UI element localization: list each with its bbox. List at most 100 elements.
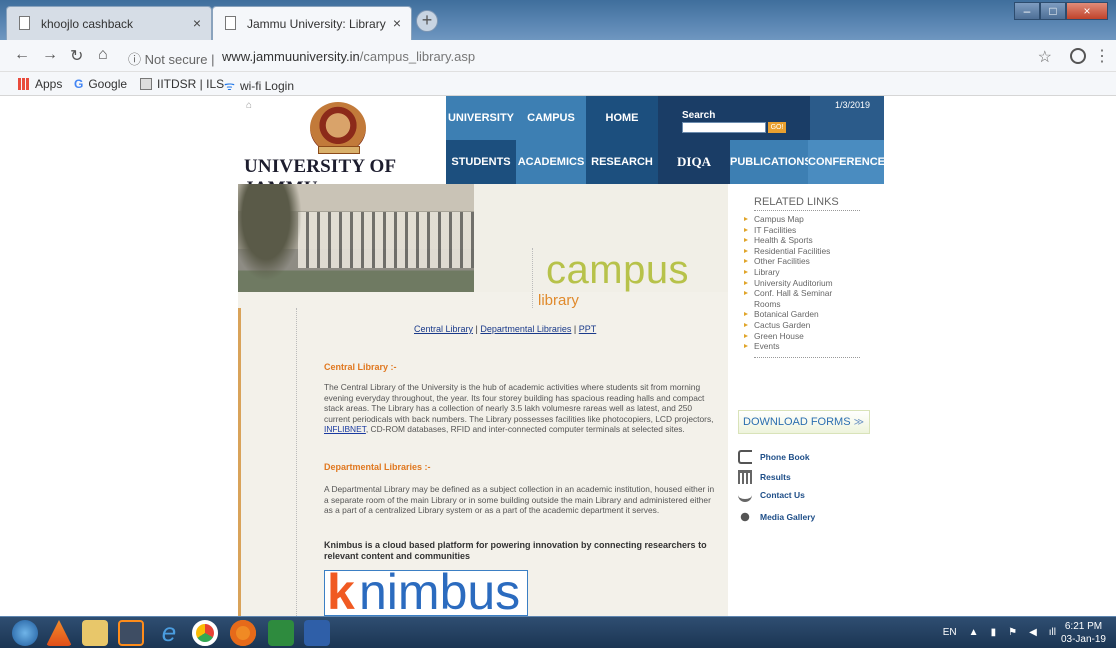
content-divider (296, 308, 297, 616)
forward-icon[interactable]: → (42, 46, 58, 64)
related-link-conf-hall[interactable]: Conf. Hall & Seminar Rooms (738, 288, 860, 309)
library-banner: campus library (238, 184, 728, 312)
related-link-it-facilities[interactable]: IT Facilities (738, 225, 860, 236)
satellite-dish-icon (738, 488, 752, 502)
related-link-campus-map[interactable]: Campus Map (738, 214, 860, 225)
logo-area: ⌂ UNIVERSITY OF JAMMU (238, 96, 446, 199)
internet-explorer-icon[interactable]: e (156, 619, 182, 646)
network-flag-icon[interactable]: ⚑ (1008, 627, 1017, 638)
page-icon (19, 16, 30, 30)
home-small-icon[interactable]: ⌂ (246, 100, 252, 111)
banner-campus-heading: campus (546, 248, 690, 292)
close-icon[interactable]: × (193, 15, 201, 31)
close-window-icon[interactable]: × (1066, 2, 1108, 20)
related-link-botanical-garden[interactable]: Botanical Garden (738, 309, 860, 320)
start-button-icon[interactable] (12, 620, 38, 646)
departmental-libraries-text: A Departmental Library may be defined as… (324, 484, 715, 516)
bookmark-star-icon[interactable]: ☆ (1038, 47, 1052, 67)
search-panel: Search GO! (658, 96, 810, 140)
related-link-residential[interactable]: Residential Facilities (738, 246, 860, 257)
current-date: 1/3/2019 (834, 100, 870, 110)
phone-icon (738, 450, 752, 464)
file-explorer-icon[interactable] (82, 620, 108, 646)
link-departmental-libraries[interactable]: Departmental Libraries (480, 324, 571, 334)
related-link-auditorium[interactable]: University Auditorium (738, 278, 860, 289)
close-icon[interactable]: × (393, 15, 401, 31)
security-indicator[interactable]: ⓘ Not secure | (128, 49, 215, 68)
signal-icon[interactable]: ıll (1049, 627, 1056, 638)
download-forms-button[interactable]: DOWNLOAD FORMS ≫ (738, 410, 870, 434)
volume-icon[interactable]: ◀ (1029, 627, 1037, 638)
tab-jammu-library[interactable]: Jammu University: Library × (212, 6, 412, 40)
central-library-heading: Central Library :- (324, 362, 397, 372)
link-central-library[interactable]: Central Library (414, 324, 473, 334)
nav-home[interactable]: HOME (586, 96, 658, 140)
nav-publications[interactable]: PUBLICATIONS (730, 140, 812, 184)
gallery-icon (738, 510, 752, 524)
seal-ribbon (318, 146, 360, 154)
phone-book-link[interactable]: Phone Book (738, 450, 810, 464)
battery-icon[interactable]: ▮ (991, 627, 997, 638)
left-accent-bar (238, 308, 241, 616)
contact-us-link[interactable]: Contact Us (738, 488, 805, 502)
site-container: ⌂ UNIVERSITY OF JAMMU UNIVERSITY CAMPUS … (238, 96, 892, 616)
chevron-down-icon: ≫ (853, 417, 865, 428)
main-content: Central Library | Departmental Libraries… (238, 308, 728, 616)
maximize-icon[interactable]: □ (1040, 2, 1066, 20)
word-icon[interactable] (304, 620, 330, 646)
related-link-health-sports[interactable]: Health & Sports (738, 235, 860, 246)
departmental-libraries-heading: Departmental Libraries :- (324, 462, 431, 472)
nav-campus[interactable]: CAMPUS (516, 96, 586, 140)
tab-khoojlo[interactable]: khoojlo cashback × (6, 6, 212, 40)
banner-divider (532, 248, 533, 312)
inflibnet-link[interactable]: INFLIBNET (324, 424, 366, 434)
media-player-icon[interactable] (118, 620, 144, 646)
wifi-icon: ᯤ (224, 79, 235, 93)
related-link-other[interactable]: Other Facilities (738, 256, 860, 267)
building-icon (738, 470, 752, 484)
related-link-cactus-garden[interactable]: Cactus Garden (738, 320, 860, 331)
related-link-green-house[interactable]: Green House (738, 331, 860, 342)
new-tab-button[interactable]: + (416, 10, 438, 32)
account-icon[interactable] (1070, 48, 1086, 64)
system-clock[interactable]: 6:21 PM 03-Jan-19 (1061, 620, 1106, 646)
date-cell: 1/3/2019 (810, 96, 884, 140)
nav-conferences[interactable]: CONFERENCES (808, 140, 892, 184)
address-bar[interactable]: www.jammuuniversity.in/campus_library.as… (222, 49, 475, 64)
back-icon[interactable]: ← (14, 46, 30, 64)
central-library-text: The Central Library of the University is… (324, 382, 714, 435)
excel-icon[interactable] (268, 620, 294, 646)
browser-titlebar: khoojlo cashback × Jammu University: Lib… (0, 0, 1116, 40)
bookmark-iitdsr[interactable]: IITDSR | ILS (140, 77, 224, 91)
bookmark-google[interactable]: G Google (74, 77, 127, 91)
banner-library-subheading: library (538, 292, 579, 309)
bookmark-wifi-login[interactable]: ᯤ wi-fi Login (224, 77, 294, 94)
link-ppt[interactable]: PPT (579, 324, 597, 334)
search-go-button[interactable]: GO! (768, 122, 786, 133)
chevron-up-icon[interactable]: ▲ (969, 627, 979, 638)
uc-browser-icon[interactable] (230, 620, 256, 646)
nav-research[interactable]: RESEARCH (586, 140, 658, 184)
related-link-library[interactable]: Library (738, 267, 860, 278)
home-icon[interactable]: ⌂ (98, 46, 108, 64)
media-gallery-link[interactable]: Media Gallery (738, 510, 815, 524)
chrome-icon[interactable] (192, 620, 218, 646)
search-input[interactable] (682, 122, 766, 133)
bookmark-apps[interactable]: Apps (18, 77, 62, 91)
vlc-icon[interactable] (46, 620, 72, 646)
knimbus-logo[interactable]: k nimbus (324, 570, 528, 616)
related-link-events[interactable]: Events (738, 341, 860, 352)
language-indicator[interactable]: EN (943, 627, 957, 638)
nav-students[interactable]: STUDENTS (446, 140, 516, 184)
nav-university[interactable]: UNIVERSITY (446, 96, 516, 140)
search-label: Search (682, 110, 716, 121)
nav-academics[interactable]: ACADEMICS (516, 140, 586, 184)
bookmarks-bar: Apps G Google IITDSR | ILS ᯤ wi-fi Login (0, 72, 1116, 96)
system-tray: EN ▲ ▮ ⚑ ◀ ıll (943, 627, 1056, 638)
reload-icon[interactable]: ↻ (70, 46, 83, 66)
nav-diqa[interactable]: DIQA (658, 140, 730, 184)
menu-icon[interactable]: ⋮ (1094, 46, 1110, 66)
minimize-icon[interactable]: – (1014, 2, 1040, 20)
results-link[interactable]: Results (738, 470, 791, 484)
windows-taskbar: e EN ▲ ▮ ⚑ ◀ ıll 6:21 PM 03-Jan-19 (0, 616, 1116, 648)
